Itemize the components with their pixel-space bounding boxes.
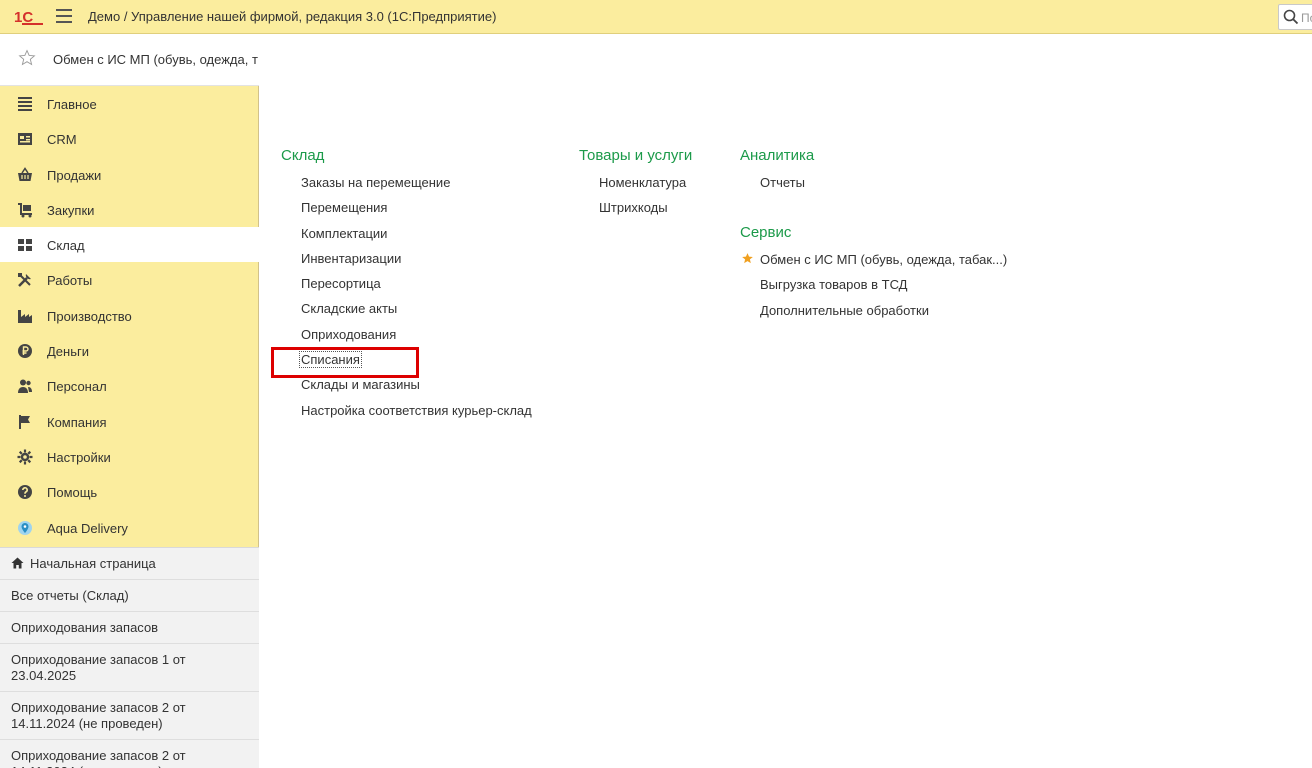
gear-icon <box>17 449 33 465</box>
ismp-exchange-label: Обмен с ИС МП (обувь, одежда, табак...) <box>760 252 1008 267</box>
history-label: Все отчеты (Склад) <box>11 588 129 603</box>
list-icon <box>18 97 32 111</box>
section-help[interactable]: Помощь <box>0 474 259 509</box>
flag-icon <box>19 414 30 429</box>
section-crm[interactable]: CRM <box>0 121 259 156</box>
section-label: Главное <box>47 97 97 112</box>
command-barcodes[interactable]: Штрихкоды <box>579 196 692 221</box>
section-aqua-delivery[interactable]: Aqua Delivery <box>0 510 259 545</box>
history-label: Оприходование запасов 1 от 23.04.2025 <box>11 652 186 683</box>
group-heading-warehouse: Склад <box>281 147 325 164</box>
cart-icon <box>18 202 32 218</box>
section-staff[interactable]: Персонал <box>0 368 259 403</box>
history-panel: Начальная страница Все отчеты (Склад) Оп… <box>0 547 259 768</box>
command-warehouses-stores[interactable]: Склады и магазины <box>281 373 532 398</box>
section-warehouse[interactable]: Склад <box>0 227 260 263</box>
history-label: Оприходования запасов <box>11 620 159 635</box>
command-inventories[interactable]: Инвентаризации <box>281 247 532 272</box>
history-item[interactable]: Оприходование запасов 2 от 14.11.2024 (н… <box>0 692 259 740</box>
star-filled-icon[interactable] <box>741 252 754 265</box>
section-production[interactable]: Производство <box>0 298 259 333</box>
command-courier-warehouse-mapping[interactable]: Настройка соответствия курьер-склад <box>281 399 532 424</box>
search-input[interactable]: Поиск <box>1278 4 1312 30</box>
command-receipts[interactable]: Оприходования <box>281 323 532 348</box>
group-heading-analytics: Аналитика <box>740 147 815 164</box>
column-analytics: Аналитика Отчеты <box>740 147 814 196</box>
section-label: CRM <box>47 132 77 148</box>
command-regrading[interactable]: Пересортица <box>281 272 532 297</box>
section-main[interactable]: Главное <box>0 86 259 121</box>
section-works[interactable]: Работы <box>0 262 259 297</box>
command-ismp-exchange[interactable]: Обмен с ИС МП (обувь, одежда, табак...) <box>740 248 1007 273</box>
section-label: Помощь <box>47 485 98 501</box>
command-nomenclature[interactable]: Номенклатура <box>579 171 692 196</box>
star-outline-icon[interactable] <box>18 49 36 67</box>
section-label: Компания <box>47 414 107 430</box>
column-warehouse: Склад Заказы на перемещение Перемещения … <box>281 147 532 424</box>
section-label: Деньги <box>47 344 89 360</box>
command-transfers[interactable]: Перемещения <box>281 196 532 221</box>
ruble-coin-icon <box>18 344 32 359</box>
history-item-home[interactable]: Начальная страница <box>0 548 259 580</box>
section-label: Aqua Delivery <box>47 520 128 536</box>
main-menu-icon[interactable] <box>56 9 72 23</box>
command-write-offs[interactable]: Списания <box>281 348 532 373</box>
favorite-item[interactable]: Обмен с ИС МП (обувь, одежда, табак...) <box>0 34 259 86</box>
write-offs-label: Списания <box>299 351 362 369</box>
section-company[interactable]: Компания <box>0 404 259 439</box>
people-icon <box>18 379 32 394</box>
help-icon <box>18 485 32 500</box>
section-label: Производство <box>47 308 132 324</box>
app-title: Демо / Управление нашей фирмой, редакция… <box>88 9 497 24</box>
sidebar: Обмен с ИС МП (обувь, одежда, табак...) … <box>0 34 260 768</box>
section-label: Продажи <box>47 167 102 183</box>
section-sales[interactable]: Продажи <box>0 157 259 192</box>
factory-icon <box>18 309 32 323</box>
section-label: Склад <box>47 238 85 254</box>
history-label: Оприходование запасов 2 от 14.11.2024 (н… <box>11 748 186 768</box>
command-warehouse-acts[interactable]: Складские акты <box>281 297 532 322</box>
history-item[interactable]: Оприходование запасов 1 от 23.04.2025 <box>0 644 259 692</box>
search-placeholder: Поиск <box>1301 11 1312 25</box>
column-service: Сервис Обмен с ИС МП (обувь, одежда, таб… <box>740 224 1007 324</box>
command-kitting[interactable]: Комплектации <box>281 222 532 247</box>
command-additional-processing[interactable]: Дополнительные обработки <box>740 299 1007 324</box>
section-label: Закупки <box>47 202 95 218</box>
warehouse-icon <box>18 239 32 252</box>
home-icon <box>11 557 24 569</box>
tools-icon <box>18 273 31 288</box>
command-tsd-export[interactable]: Выгрузка товаров в ТСД <box>740 273 1007 298</box>
basket-icon <box>18 166 32 181</box>
section-list: Главное CRM Продажи Закупки Склад Работы… <box>0 86 260 545</box>
section-label: Персонал <box>47 379 107 395</box>
group-heading-service: Сервис <box>740 224 792 241</box>
history-label: Начальная страница <box>30 556 156 571</box>
contact-card-icon <box>18 133 32 146</box>
section-label: Настройки <box>47 449 111 465</box>
history-item[interactable]: Оприходование запасов 2 от 14.11.2024 (н… <box>0 740 259 768</box>
1c-logo[interactable]: 1С <box>14 8 44 26</box>
column-goods-services: Товары и услуги Номенклатура Штрихкоды <box>579 147 692 222</box>
section-settings[interactable]: Настройки <box>0 439 259 474</box>
search-icon <box>1283 9 1299 25</box>
history-label: Оприходование запасов 2 от 14.11.2024 (н… <box>11 700 186 731</box>
section-purchases[interactable]: Закупки <box>0 192 259 227</box>
section-label: Работы <box>47 273 93 289</box>
section-panel: Склад Заказы на перемещение Перемещения … <box>260 34 1312 768</box>
section-money[interactable]: Деньги <box>0 333 259 368</box>
favorite-label: Обмен с ИС МП (обувь, одежда, табак...) <box>53 52 258 67</box>
location-pin-icon <box>18 520 32 535</box>
command-reports[interactable]: Отчеты <box>740 171 814 196</box>
group-heading-goods-services: Товары и услуги <box>579 147 693 164</box>
history-item[interactable]: Оприходования запасов <box>0 612 259 644</box>
title-bar: 1С Демо / Управление нашей фирмой, редак… <box>0 0 1312 34</box>
command-transfer-orders[interactable]: Заказы на перемещение <box>281 171 532 196</box>
history-item[interactable]: Все отчеты (Склад) <box>0 580 259 612</box>
